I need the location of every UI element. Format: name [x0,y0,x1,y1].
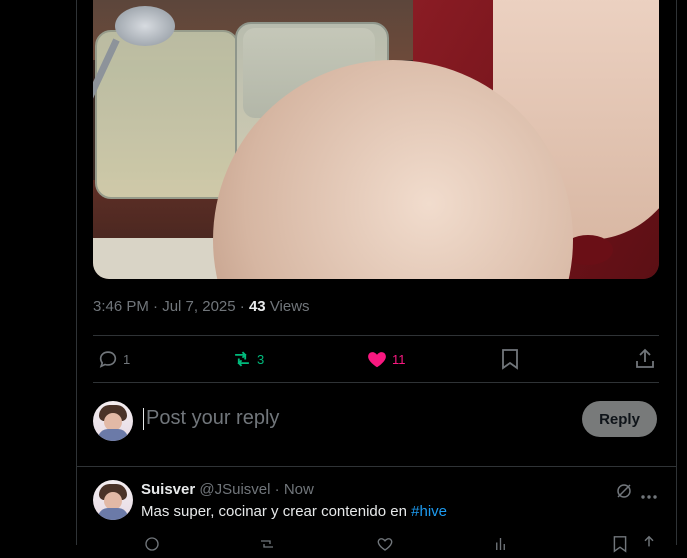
section-divider [77,466,676,467]
grok-icon[interactable] [615,482,633,505]
avatar-shirt [98,508,128,520]
reply-handle[interactable]: @JSuisvel [199,481,270,498]
reply-display-name[interactable]: Suisver [141,481,195,498]
meta-separator: · [153,298,159,315]
reply-action[interactable]: 1 [97,348,130,370]
views-label: Views [269,298,310,315]
reply-icon[interactable] [143,535,161,558]
bookmark-icon [500,348,520,370]
photo-container-1 [95,30,239,199]
column-border-right [676,0,677,545]
divider-bottom [93,382,659,383]
share-action[interactable] [635,348,655,370]
reply-count: 1 [123,351,131,367]
reply-icon [97,348,119,370]
tweet-time[interactable]: 3:46 PM [93,298,149,315]
text-caret [143,408,144,430]
tweet-photo[interactable] [93,0,659,279]
reply-header: Suisver @JSuisvel · Now [141,481,314,498]
reply-button[interactable]: Reply [582,401,657,437]
reply-input[interactable]: Post your reply [146,407,279,430]
reply-avatar[interactable] [93,480,133,520]
views-count: 43 [248,298,266,315]
views-icon[interactable] [493,535,511,558]
avatar-shirt [98,429,128,441]
meta-separator-2: · [239,298,245,315]
heart-icon[interactable] [376,535,394,558]
like-action[interactable]: 11 [366,348,406,370]
divider-top [93,335,659,336]
repost-icon [231,348,253,370]
composer-avatar[interactable] [93,401,133,441]
column-border-left [76,0,77,545]
hashtag-link[interactable]: #hive [411,503,447,520]
tweet-meta: 3:46 PM · Jul 7, 2025 · 43 Views [93,298,310,315]
reply-time[interactable]: Now [284,481,314,498]
like-count: 11 [392,351,406,367]
reply-text: Mas super, cocinar y crear contenido en … [141,503,447,520]
repost-count: 3 [257,351,265,367]
tweet-date[interactable]: Jul 7, 2025 [162,298,235,315]
photo-ladle [115,6,175,46]
repost-action[interactable]: 3 [231,348,264,370]
reply-body: Mas super, cocinar y crear contenido en [141,503,412,520]
reply-separator: · [274,481,280,498]
repost-icon[interactable] [258,535,276,558]
share-icon [635,348,655,370]
bookmark-icon[interactable] [612,535,628,558]
more-icon[interactable] [641,487,657,505]
share-icon[interactable] [641,535,657,558]
bookmark-action[interactable] [500,348,520,370]
heart-filled-icon [366,348,388,370]
photo-tile [93,238,223,279]
